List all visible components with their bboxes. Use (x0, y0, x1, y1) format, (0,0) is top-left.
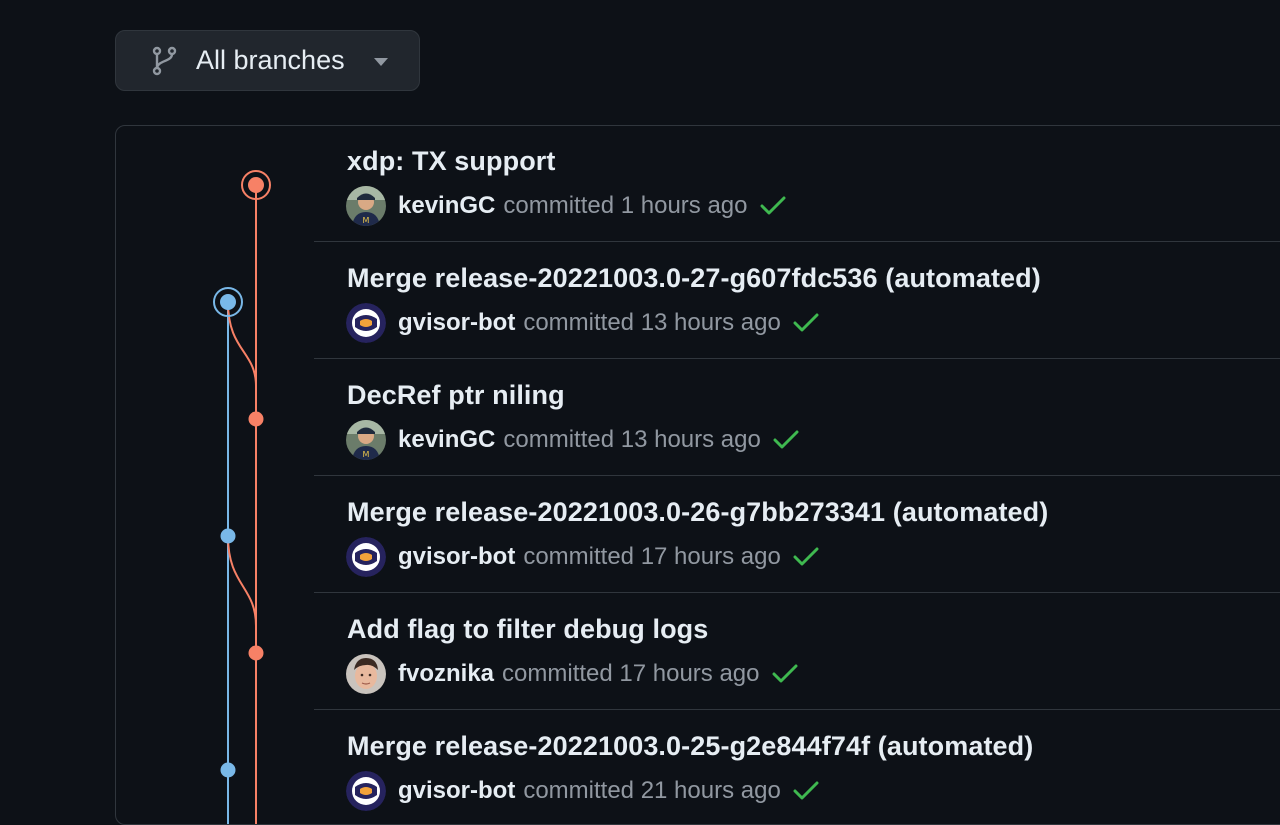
commit-meta: gvisor-bot committed 13 hours ago (346, 303, 819, 343)
success-check-icon[interactable] (793, 547, 819, 567)
commit-meta: M kevinGC committed 1 hours ago (346, 186, 786, 226)
commit-node (248, 177, 264, 193)
commit-time: committed 1 hours ago (503, 192, 748, 219)
commit-time: committed 21 hours ago (523, 777, 781, 804)
commit-node (248, 645, 264, 661)
commit-graph (213, 170, 271, 824)
commit-node (220, 762, 236, 778)
svg-text:M: M (363, 216, 370, 225)
commit-row[interactable]: Merge release-20221003.0-25-g2e844f74f (… (314, 711, 1280, 824)
success-check-icon[interactable] (773, 430, 799, 450)
success-check-icon[interactable] (793, 781, 819, 801)
commit-author[interactable]: gvisor-bot (398, 777, 515, 805)
commit-author[interactable]: kevinGC (398, 426, 495, 454)
commit-title[interactable]: Merge release-20221003.0-25-g2e844f74f (… (347, 731, 1033, 762)
commit-node (220, 294, 236, 310)
gvisor-bot-avatar[interactable] (346, 771, 386, 811)
commit-author[interactable]: kevinGC (398, 192, 495, 220)
git-branch-icon (152, 46, 177, 76)
success-check-icon[interactable] (760, 196, 786, 216)
commit-title[interactable]: Merge release-20221003.0-26-g7bb273341 (… (347, 497, 1048, 528)
commit-author[interactable]: gvisor-bot (398, 543, 515, 571)
success-check-icon[interactable] (772, 664, 798, 684)
commit-node (248, 411, 264, 427)
commit-row[interactable]: Merge release-20221003.0-27-g607fdc536 (… (314, 243, 1280, 359)
kevin-avatar[interactable]: M (346, 420, 386, 460)
commit-title[interactable]: Merge release-20221003.0-27-g607fdc536 (… (347, 263, 1041, 294)
fvoznika-avatar[interactable] (346, 654, 386, 694)
commit-row[interactable]: xdp: TX support M kevinGC committed 1 ho… (314, 126, 1280, 242)
merge-curve (227, 535, 257, 627)
commit-author[interactable]: fvoznika (398, 660, 494, 688)
commit-time: committed 13 hours ago (503, 426, 761, 453)
kevin-avatar[interactable]: M (346, 186, 386, 226)
caret-down-icon (374, 58, 388, 66)
gvisor-bot-avatar[interactable] (346, 537, 386, 577)
all-branches-button[interactable]: All branches (115, 30, 420, 91)
commit-row[interactable]: Merge release-20221003.0-26-g7bb273341 (… (314, 477, 1280, 593)
commit-time: committed 17 hours ago (523, 543, 781, 570)
commit-title[interactable]: DecRef ptr niling (347, 380, 565, 411)
svg-text:M: M (363, 450, 370, 459)
commit-meta: gvisor-bot committed 21 hours ago (346, 771, 819, 811)
gvisor-bot-avatar[interactable] (346, 303, 386, 343)
success-check-icon[interactable] (793, 313, 819, 333)
commit-row[interactable]: Add flag to filter debug logs fvoznika c… (314, 594, 1280, 710)
commit-row[interactable]: DecRef ptr niling M kevinGC committed 13… (314, 360, 1280, 476)
commit-node (220, 528, 236, 544)
commit-meta: fvoznika committed 17 hours ago (346, 654, 798, 694)
commit-time: committed 13 hours ago (523, 309, 781, 336)
commit-author[interactable]: gvisor-bot (398, 309, 515, 337)
commit-time: committed 17 hours ago (502, 660, 760, 687)
commit-meta: M kevinGC committed 13 hours ago (346, 420, 799, 460)
commit-history-panel: xdp: TX support M kevinGC committed 1 ho… (115, 125, 1280, 825)
commit-title[interactable]: xdp: TX support (347, 146, 555, 177)
commit-meta: gvisor-bot committed 17 hours ago (346, 537, 819, 577)
branch-selector-label: All branches (196, 45, 345, 75)
commit-title[interactable]: Add flag to filter debug logs (347, 614, 708, 645)
